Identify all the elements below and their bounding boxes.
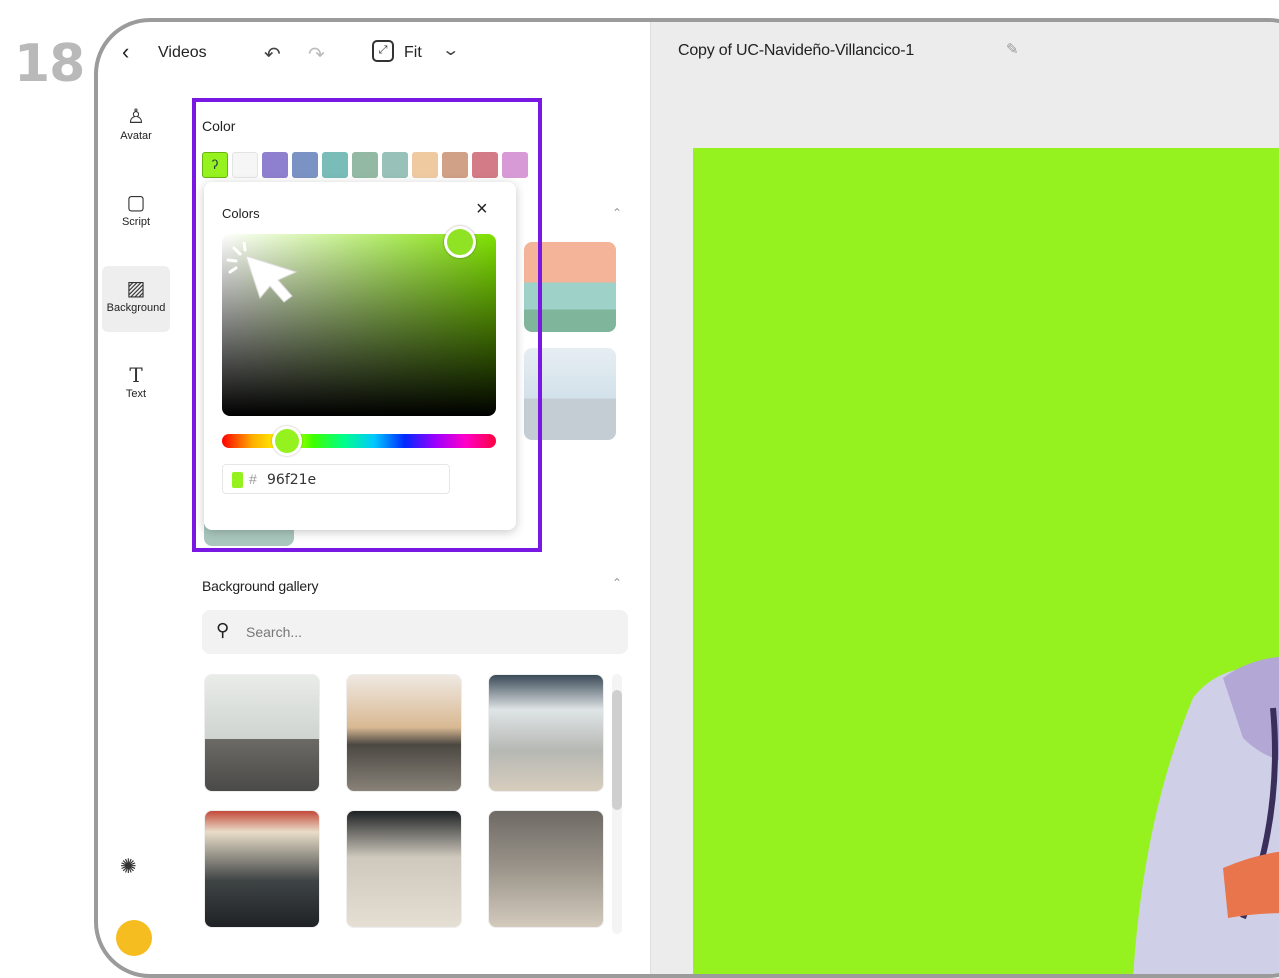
video-canvas[interactable] — [693, 148, 1279, 978]
nav-script[interactable]: ▢ Script — [102, 192, 170, 242]
back-chevron-icon[interactable]: ‹ — [122, 41, 136, 63]
gallery-thumbnail[interactable] — [346, 674, 462, 792]
redo-icon[interactable]: ↷ — [308, 42, 325, 67]
fit-icon[interactable]: ⤢ — [372, 40, 394, 62]
gallery-thumbnail[interactable] — [204, 810, 320, 928]
nav-avatar-label: Avatar — [120, 130, 152, 142]
nav-avatar[interactable]: ♙ Avatar — [102, 106, 170, 156]
nav-background-label: Background — [106, 302, 166, 314]
search-placeholder: Search... — [246, 624, 303, 640]
user-avatar[interactable] — [116, 920, 152, 956]
project-title[interactable]: Copy of UC-Navideño-Villancico-1 — [678, 42, 914, 60]
gallery-thumbnail[interactable] — [204, 674, 320, 792]
presenter-avatar[interactable] — [1133, 618, 1279, 978]
confetti-icon[interactable]: ✺ — [120, 854, 137, 879]
gallery-thumbnail[interactable] — [488, 810, 604, 928]
back-videos-link[interactable]: Videos — [158, 44, 207, 62]
collapse-caret-icon[interactable]: ⌃ — [612, 576, 622, 590]
background-pattern-icon: ▨ — [126, 278, 146, 300]
nav-text[interactable]: T Text — [102, 364, 170, 414]
background-gallery-title: Background gallery — [202, 578, 319, 594]
editor-topbar: ‹ Videos ↶ ↷ ⤢ Fit ⌄ — [98, 22, 648, 86]
pencil-icon[interactable]: ✎ — [1006, 40, 1019, 58]
search-icon: ⚲ — [216, 620, 230, 640]
highlight-box — [192, 98, 542, 552]
step-number: 18 — [14, 34, 85, 94]
gallery-thumbnail[interactable] — [346, 810, 462, 928]
person-icon: ♙ — [127, 106, 145, 128]
gallery-scrollbar-thumb[interactable] — [612, 690, 622, 810]
chat-bubble-icon: ▢ — [126, 192, 146, 214]
collapse-caret-icon[interactable]: ⌃ — [612, 206, 622, 220]
nav-script-label: Script — [121, 216, 151, 228]
nav-text-label: Text — [125, 388, 147, 400]
nav-background[interactable]: ▨ Background — [102, 266, 170, 332]
gallery-thumbnail[interactable] — [488, 674, 604, 792]
gallery-search-input[interactable]: ⚲ Search... — [202, 610, 628, 654]
chevron-down-icon[interactable]: ⌄ — [441, 40, 460, 60]
text-icon: T — [129, 363, 143, 387]
app-frame: ‹ Videos ↶ ↷ ⤢ Fit ⌄ ♙ Avatar ▢ Script ▨… — [94, 18, 1279, 978]
fit-zoom-select[interactable]: Fit — [404, 44, 422, 62]
undo-icon[interactable]: ↶ — [264, 42, 281, 67]
